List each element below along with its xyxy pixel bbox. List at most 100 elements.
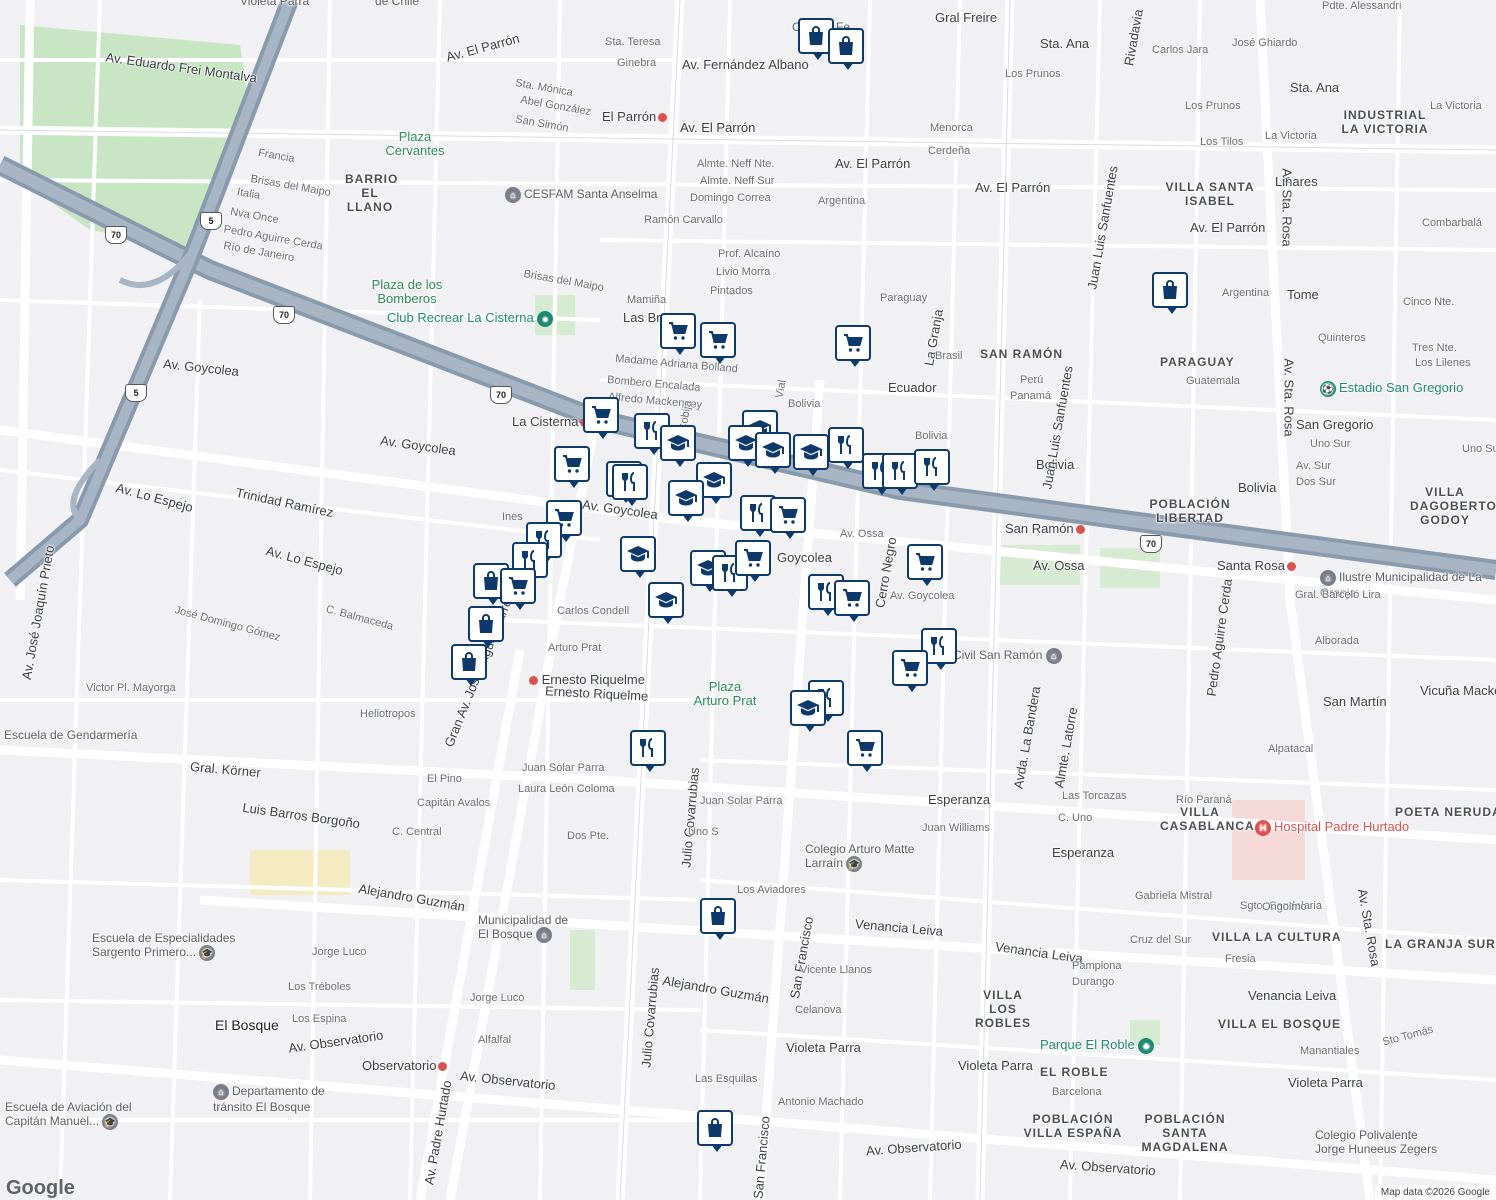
street-label: Victor Pl. Mayorga: [86, 682, 176, 694]
street-label: Pdte. Alessandri: [1322, 0, 1402, 12]
metro-station-label[interactable]: Observatorio: [362, 1058, 448, 1073]
school-marker[interactable]: [793, 434, 829, 476]
highway-shield-70: 70: [273, 306, 295, 324]
street-label: José Ghiardo: [1232, 37, 1298, 49]
street-label: Laura León Coloma: [518, 783, 615, 795]
shopping-bag-icon: [809, 26, 823, 45]
school-marker[interactable]: [755, 432, 791, 474]
google-logo: Google: [6, 1177, 75, 1199]
school-icon: [703, 472, 725, 488]
street-label: Av. El Parrón: [835, 156, 911, 171]
metro-station-label[interactable]: San Ramón: [1005, 521, 1085, 536]
street-label: Juan Solar Parra: [522, 762, 605, 774]
escuela-sargento-label[interactable]: Escuela de Especialidades Sargento Prime…: [92, 931, 282, 961]
municipalidad-bosque-label[interactable]: Municipalidad de El Bosque ⌂: [478, 913, 573, 943]
restaurant-marker[interactable]: [630, 730, 666, 772]
shopping-cart-marker[interactable]: [700, 322, 736, 364]
school-marker[interactable]: [648, 582, 684, 624]
shopping-cart-marker[interactable]: [907, 544, 943, 586]
street-label: Las Br: [623, 310, 661, 325]
shopping-cart-marker[interactable]: [735, 540, 771, 582]
street-label: Violeta Parra: [786, 1040, 861, 1055]
shopping-bag-marker[interactable]: [828, 28, 864, 70]
district-label: SAN RAMÓN: [980, 347, 1063, 361]
school-icon: [675, 490, 697, 506]
street-label: Guatemala: [1186, 375, 1240, 387]
metro-name: La Cisterna: [512, 414, 579, 429]
street-label: Celanova: [795, 1004, 842, 1016]
street-label: Almte. Neff Nte.: [697, 158, 775, 170]
park-icon: ●: [537, 310, 554, 327]
school-marker[interactable]: [790, 690, 826, 732]
restaurant-marker[interactable]: [828, 427, 864, 469]
district-label: VILLA CASABLANCA: [1160, 805, 1255, 833]
street-label: Jorge Luco: [312, 946, 367, 958]
school-marker[interactable]: [668, 480, 704, 522]
shopping-bag-marker[interactable]: [451, 644, 487, 686]
school-icon: [797, 700, 819, 716]
metro-name: Santa Rosa: [1217, 558, 1285, 573]
hospital-label[interactable]: H Hospital Padre Hurtado: [1255, 819, 1409, 836]
highway-shield-5: 5: [200, 212, 222, 230]
district-label: INDUSTRIAL LA VICTORIA: [1341, 108, 1429, 136]
street-label: El Pino: [427, 773, 462, 785]
street-label: Juan Solar Parra: [700, 795, 783, 807]
highway-shield-5: 5: [125, 384, 147, 402]
school-icon: 🎓: [102, 1114, 119, 1130]
shopping-bag-icon: [711, 906, 725, 925]
district-label: LA GRANJA SUR: [1385, 937, 1496, 951]
metro-station-label[interactable]: La Cisterna: [512, 414, 590, 429]
shopping-cart-icon: [779, 506, 798, 524]
school-marker[interactable]: [620, 536, 656, 578]
street-label: Av. Ossa: [840, 528, 884, 540]
restaurant-marker[interactable]: [914, 449, 950, 491]
metro-icon: [1286, 562, 1296, 572]
street-label: Av. Sur: [1296, 460, 1332, 472]
club-label[interactable]: Club Recrear La Cisterna ●: [387, 310, 556, 327]
shopping-bag-marker[interactable]: [1152, 272, 1188, 314]
restaurant-marker[interactable]: [612, 464, 648, 506]
park-roble-label[interactable]: Parque El Roble ♣: [1040, 1037, 1157, 1054]
street-label: Durango: [1072, 976, 1115, 988]
shopping-cart-marker[interactable]: [500, 568, 536, 610]
shopping-cart-marker[interactable]: [847, 730, 883, 772]
district-label: VILLA EL BOSQUE: [1218, 1017, 1342, 1031]
metro-station-label[interactable]: Santa Rosa: [1217, 558, 1296, 573]
street-label: Uno Sur: [1310, 438, 1351, 450]
street-label: Fresia: [1225, 953, 1256, 965]
departamento-label[interactable]: ⌂ Departamento de tránsito El Bosque: [213, 1084, 363, 1114]
park-label: Plaza Cervantes: [385, 129, 445, 158]
street-label: Cruz del Sur: [1130, 934, 1192, 946]
map-viewport[interactable]: 5 70 70 70 5 70 BARRIO EL LLANO SAN RAMÓ…: [0, 0, 1496, 1200]
school-marker[interactable]: [660, 425, 696, 467]
colegio-matte-label[interactable]: Colegio Arturo Matte Larraín 🎓: [805, 842, 930, 872]
shopping-bag-marker[interactable]: [697, 1110, 733, 1152]
gendarmeria-label[interactable]: Escuela de Gendarmería: [4, 728, 137, 742]
restaurant-marker[interactable]: [882, 453, 918, 495]
colegio-polivalente-label[interactable]: Colegio Polivalente Jorge Huneeus Zegers: [1315, 1128, 1450, 1156]
street-label: Sta. Ana: [1040, 36, 1090, 51]
shopping-cart-icon: [744, 549, 763, 567]
street-label: Cerdeña: [928, 145, 971, 157]
street-label: Los Prunos: [1005, 68, 1061, 80]
district-label: POBLACIÓN SANTA MAGDALENA: [1141, 1112, 1229, 1154]
shopping-cart-marker[interactable]: [834, 580, 870, 622]
shopping-cart-marker[interactable]: [835, 325, 871, 367]
shopping-cart-marker[interactable]: [660, 313, 696, 355]
school-icon: 🎓: [199, 945, 216, 961]
shopping-bag-marker[interactable]: [700, 898, 736, 940]
shopping-cart-marker[interactable]: [554, 446, 590, 488]
street-label: Quinteros: [1318, 332, 1366, 344]
cesfam-label[interactable]: ⌂ CESFAM Santa Anselma: [505, 187, 657, 203]
metro-icon: [1075, 525, 1085, 535]
school-icon: 🎓: [846, 856, 863, 872]
shopping-cart-marker[interactable]: [770, 497, 806, 539]
stadium-label[interactable]: ⚽ Estadio San Gregorio: [1320, 380, 1463, 397]
metro-station-label[interactable]: El Parrón: [602, 109, 668, 124]
street-label: Ongolmo: [1262, 901, 1307, 913]
escuela-aviacion-label[interactable]: Escuela de Aviación del Capitán Manuel..…: [5, 1100, 155, 1130]
shopping-bag-marker[interactable]: [468, 606, 504, 648]
street-label: Las Esquilas: [695, 1073, 758, 1085]
shopping-cart-marker[interactable]: [583, 397, 619, 439]
shopping-cart-marker[interactable]: [892, 650, 928, 692]
